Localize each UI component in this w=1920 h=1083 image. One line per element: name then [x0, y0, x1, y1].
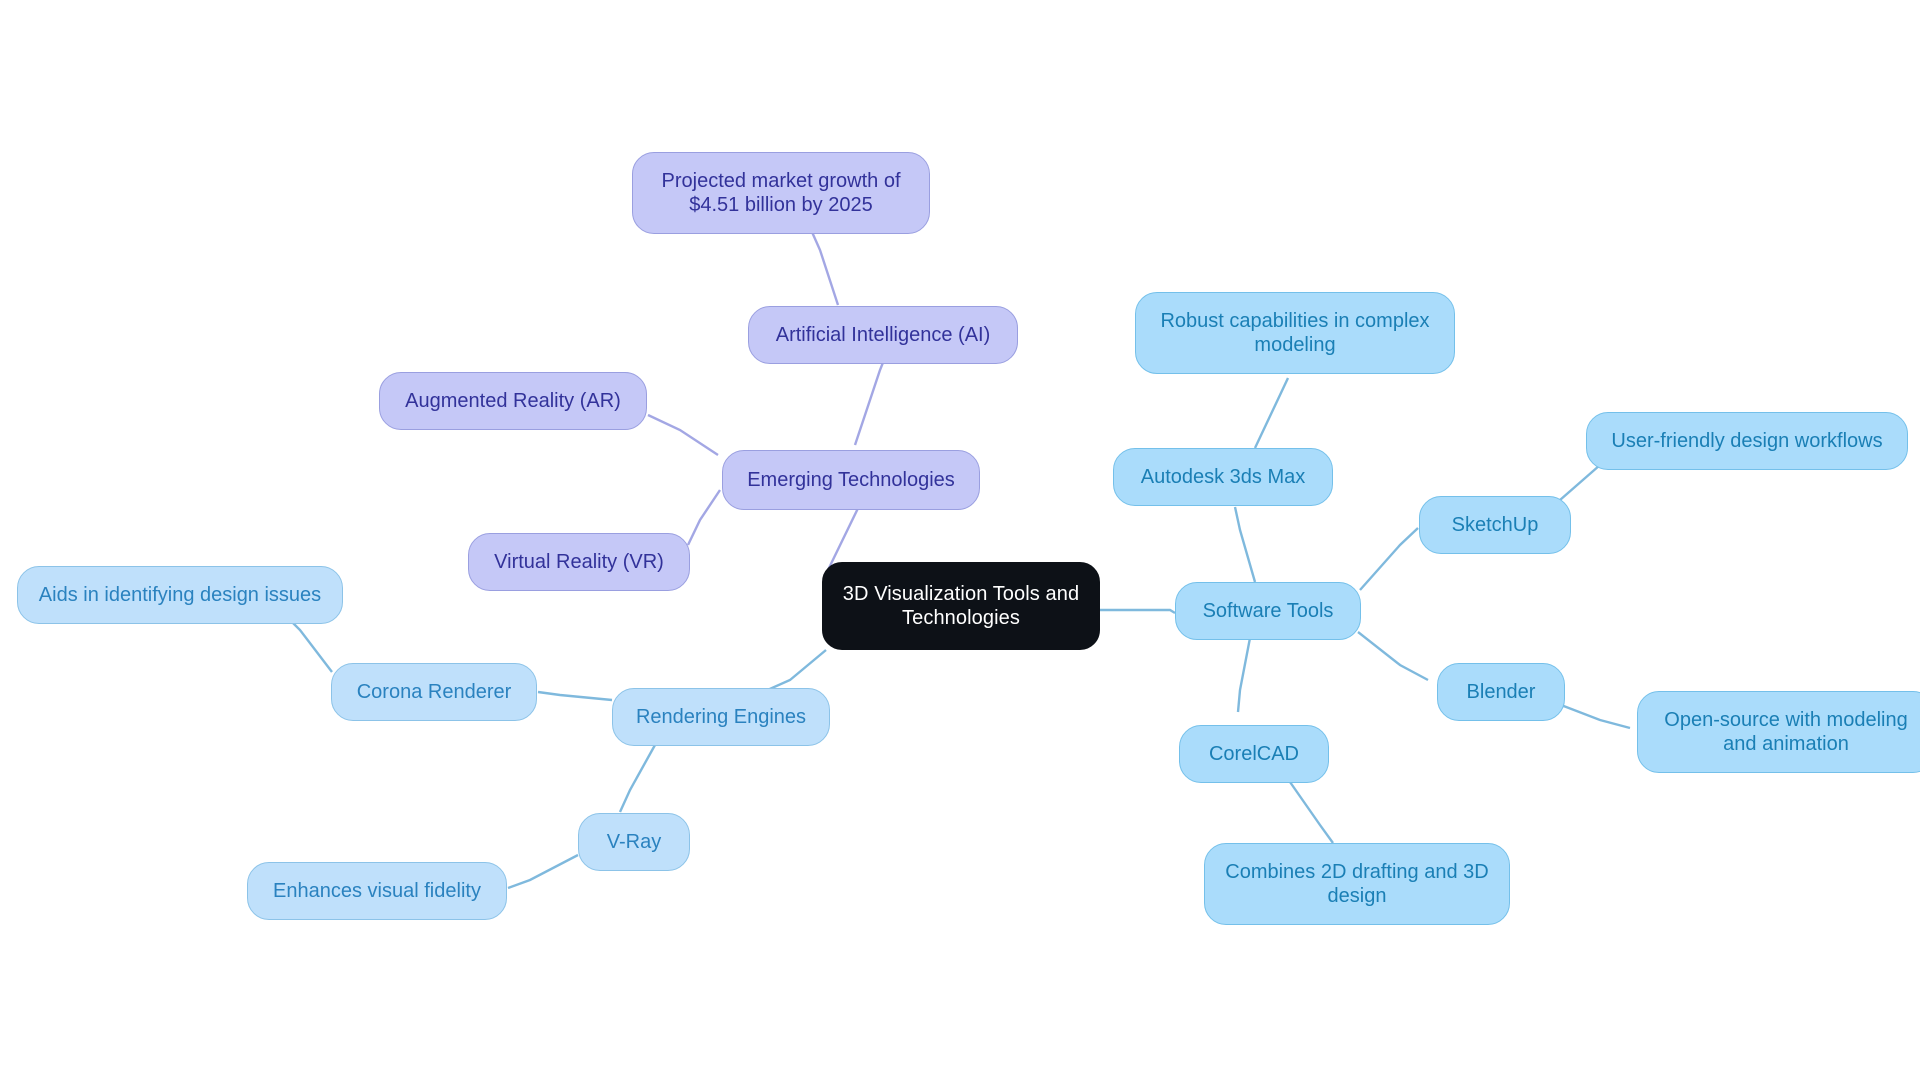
node-root[interactable]: 3D Visualization Tools and Technologies [822, 562, 1100, 650]
node-enhances-visual-fidelity[interactable]: Enhances visual fidelity [247, 862, 507, 920]
edge-software-tools-to-corelcad [1236, 637, 1252, 713]
node-augmented-reality[interactable]: Augmented Reality (AR) [379, 372, 647, 430]
node-open-source-modeling[interactable]: Open-source with modeling and animation [1637, 691, 1920, 773]
node-projected-market-growth[interactable]: Projected market growth of $4.51 billion… [632, 152, 930, 234]
node-combines-2d-3d[interactable]: Combines 2D drafting and 3D design [1204, 843, 1510, 925]
node-user-friendly-workflows[interactable]: User-friendly design workflows [1586, 412, 1908, 470]
node-aids-design-issues[interactable]: Aids in identifying design issues [17, 566, 343, 624]
edge-corona-to-aids-design-issues [287, 617, 333, 673]
node-emerging-technologies[interactable]: Emerging Technologies [722, 450, 980, 510]
node-virtual-reality[interactable]: Virtual Reality (VR) [468, 533, 690, 591]
node-sketchup[interactable]: SketchUp [1419, 496, 1571, 554]
node-blender[interactable]: Blender [1437, 663, 1565, 721]
edge-ai-to-projected-market-growth [810, 231, 840, 306]
node-autodesk-3ds-max[interactable]: Autodesk 3ds Max [1113, 448, 1333, 506]
node-artificial-intelligence[interactable]: Artificial Intelligence (AI) [748, 306, 1018, 364]
edge-software-tools-to-sketchup [1359, 527, 1419, 591]
edge-connector-layer [287, 231, 1631, 890]
node-robust-capabilities[interactable]: Robust capabilities in complex modeling [1135, 292, 1455, 374]
node-corelcad[interactable]: CorelCAD [1179, 725, 1329, 783]
edge-corelcad-to-combines-2d-3d [1289, 781, 1334, 844]
edge-root-to-software-tools [1096, 608, 1176, 615]
edge-rendering-engines-to-corona [537, 690, 613, 702]
edge-v-ray-to-enhances-visual-fidelity [507, 853, 579, 890]
edge-autodesk-to-robust-capabilities [1253, 377, 1290, 449]
edge-emerging-to-virtual-reality [686, 489, 721, 546]
node-corona-renderer[interactable]: Corona Renderer [331, 663, 537, 721]
edge-software-tools-to-blender [1357, 631, 1429, 682]
edge-rendering-engines-to-v-ray [618, 744, 657, 813]
node-software-tools[interactable]: Software Tools [1175, 582, 1361, 640]
mindmap-canvas: 3D Visualization Tools and Technologies … [0, 0, 1920, 1083]
node-rendering-engines[interactable]: Rendering Engines [612, 688, 830, 746]
edge-emerging-to-augmented-reality [647, 413, 719, 457]
edge-software-tools-to-autodesk [1233, 506, 1257, 583]
node-v-ray[interactable]: V-Ray [578, 813, 690, 871]
